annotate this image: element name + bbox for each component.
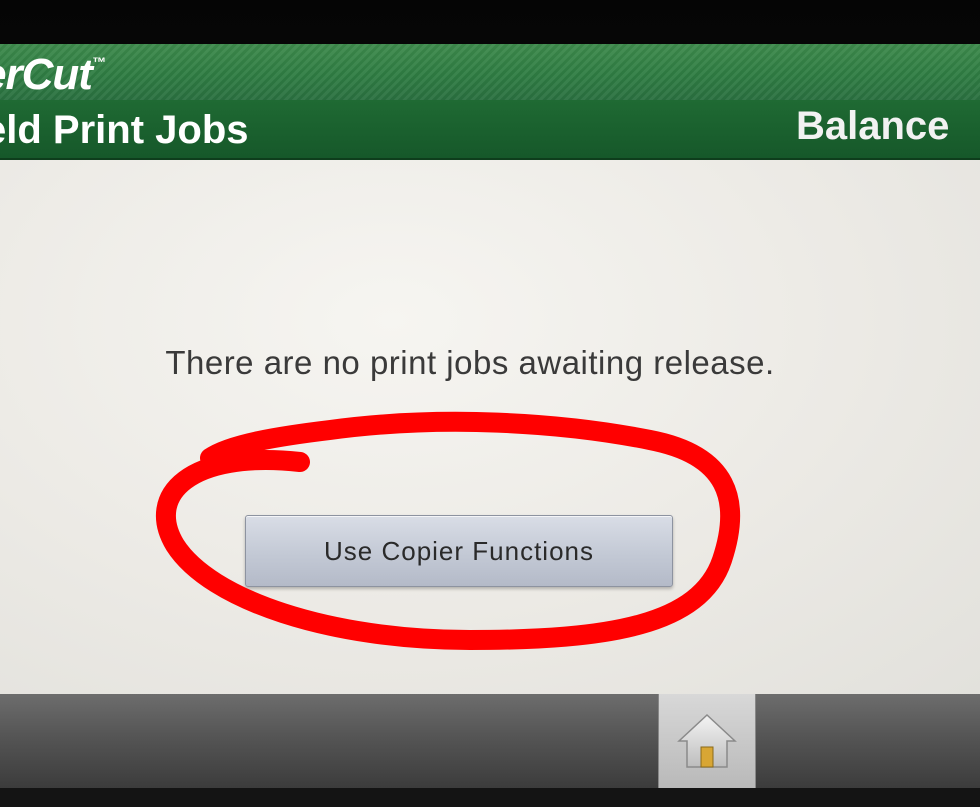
page-title: eld Print Jobs [0, 108, 249, 152]
home-icon [675, 711, 739, 771]
brand-logo: erCut™ [0, 50, 106, 100]
touch-screen: erCut™ eld Print Jobs Balance There are … [0, 44, 980, 788]
brand-bar: erCut™ [0, 44, 980, 100]
brand-trademark: ™ [91, 54, 106, 70]
title-bar: eld Print Jobs Balance [0, 100, 980, 160]
home-button[interactable] [658, 694, 756, 788]
brand-logo-text: erCut [0, 50, 93, 99]
no-jobs-message: There are no print jobs awaiting release… [165, 344, 775, 381]
balance-label[interactable]: Balance [796, 104, 949, 149]
main-content: There are no print jobs awaiting release… [0, 160, 980, 694]
footer-bar [0, 694, 980, 788]
use-copier-functions-button[interactable]: Use Copier Functions [245, 515, 673, 587]
